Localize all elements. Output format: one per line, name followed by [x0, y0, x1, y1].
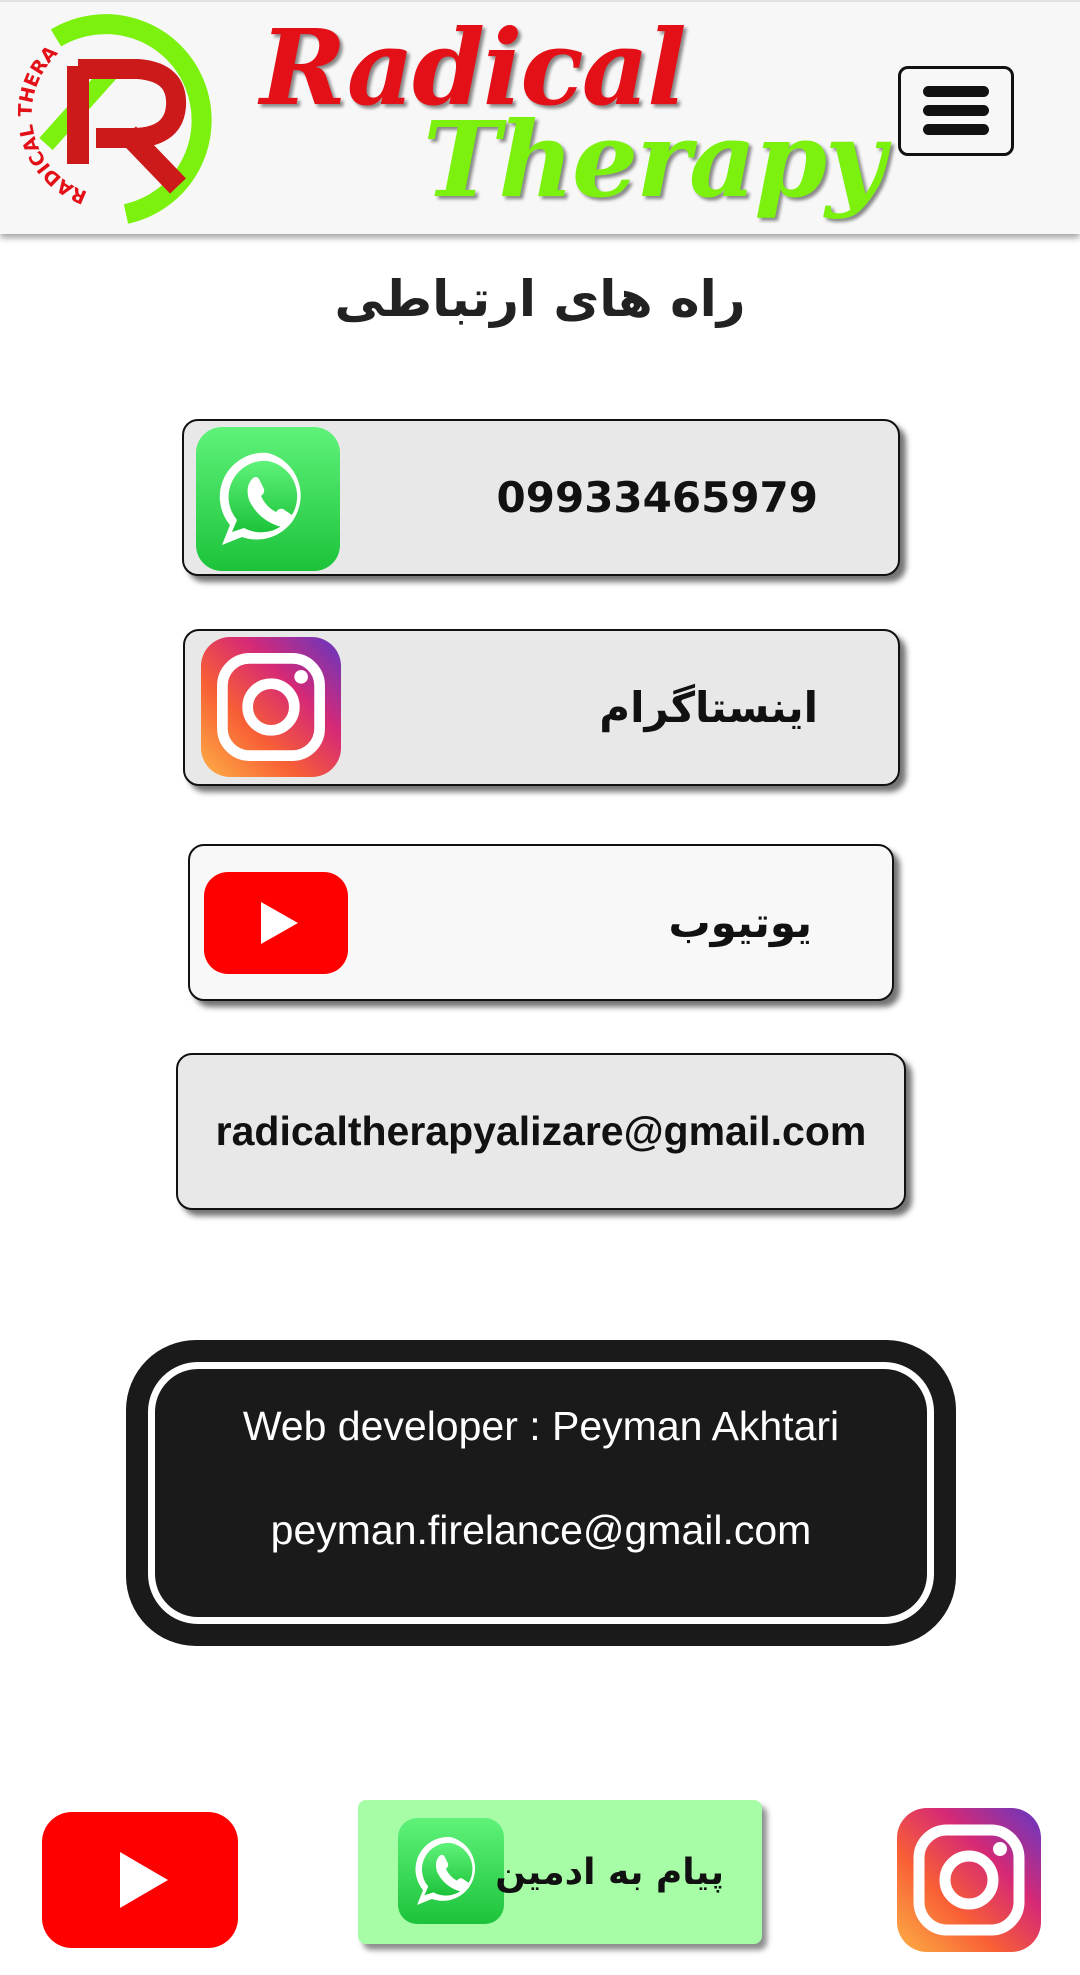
- page-title: راه های ارتباطی: [334, 270, 746, 328]
- brand-wordmark[interactable]: Radical Therapy: [260, 6, 885, 226]
- message-admin-button[interactable]: پیام به ادمین: [358, 1800, 762, 1944]
- hamburger-menu-icon: [923, 86, 989, 97]
- youtube-icon[interactable]: [40, 1810, 240, 1950]
- developer-email: peyman.firelance@gmail.com: [270, 1507, 812, 1553]
- instagram-icon: [201, 637, 341, 777]
- message-admin-label: پیام به ادمین: [495, 1851, 724, 1893]
- developer-credit-box: Web developer : Peyman Akhtari peyman.fi…: [126, 1340, 956, 1646]
- email-contact-button[interactable]: radicaltherapyalizare@gmail.com: [176, 1053, 906, 1210]
- whatsapp-number: 09933465979: [496, 473, 818, 522]
- brand-line-therapy: Therapy: [423, 98, 885, 221]
- hamburger-menu-icon: [923, 105, 989, 116]
- radical-therapy-logo[interactable]: RADICAL THERAPY: [18, 14, 233, 224]
- site-header: RADICAL THERAPY Radical Therapy: [0, 0, 1080, 234]
- youtube-contact-button[interactable]: یوتیوب: [188, 844, 894, 1001]
- contact-email: radicaltherapyalizare@gmail.com: [215, 1108, 867, 1154]
- whatsapp-icon: [398, 1818, 504, 1924]
- youtube-label: یوتیوب: [668, 898, 812, 947]
- youtube-icon: [204, 872, 348, 974]
- instagram-icon[interactable]: [897, 1808, 1041, 1952]
- instagram-contact-button[interactable]: اینستاگرام: [183, 629, 900, 786]
- whatsapp-icon: [196, 427, 340, 571]
- whatsapp-contact-button[interactable]: 09933465979: [182, 419, 900, 576]
- developer-name: Web developer : Peyman Akhtari: [242, 1403, 840, 1449]
- instagram-label: اینستاگرام: [599, 683, 818, 732]
- hamburger-menu-icon: [923, 124, 989, 135]
- hamburger-menu-button[interactable]: [898, 66, 1014, 156]
